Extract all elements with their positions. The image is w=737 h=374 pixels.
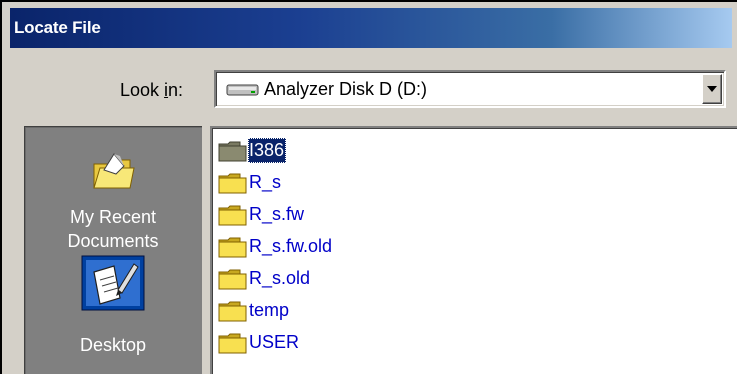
file-name: R_s.fw.old xyxy=(249,236,333,256)
file-name: USER xyxy=(249,332,300,352)
file-name: R_s.fw xyxy=(249,204,305,224)
places-label-my-recent: My Recent xyxy=(69,207,157,227)
file-name: temp xyxy=(249,300,290,320)
file-name: R_s xyxy=(249,172,282,192)
places-bar: My Recent Documents Desktop xyxy=(24,126,202,374)
folder-icon xyxy=(218,141,247,162)
folder-icon xyxy=(218,237,247,258)
folder-icon xyxy=(218,205,247,226)
look-in-dropdown-button[interactable] xyxy=(702,74,722,104)
folder-icon xyxy=(218,269,247,290)
look-in-combobox[interactable]: Analyzer Disk D (D:) xyxy=(214,70,726,108)
look-in-value: Analyzer Disk D (D:) xyxy=(264,79,428,99)
folder-icon xyxy=(218,333,247,354)
hard-drive-icon xyxy=(226,84,259,96)
file-name: I386 xyxy=(248,138,287,163)
desktop-icon xyxy=(81,255,145,311)
look-in-label: Look in: xyxy=(120,80,183,101)
chevron-down-icon xyxy=(707,86,717,92)
folder-icon xyxy=(218,173,247,194)
title-bar[interactable]: Locate File xyxy=(10,8,732,48)
look-in-label-text-end: n: xyxy=(168,80,184,100)
locate-file-dialog: Locate File Look in: Analyzer Disk D (D:… xyxy=(0,0,737,374)
window-title: Locate File xyxy=(14,18,101,37)
look-in-label-text: Look xyxy=(120,80,165,100)
places-label-documents: Documents xyxy=(67,231,159,251)
recent-documents-icon xyxy=(93,153,135,189)
file-name: R_s.old xyxy=(249,268,311,288)
file-list[interactable]: I386 R_s R_s.fw R_s.fw.old R_s.old temp … xyxy=(210,126,737,374)
places-item-desktop[interactable]: Desktop xyxy=(24,254,202,364)
folder-icon xyxy=(218,301,247,322)
places-label-desktop: Desktop xyxy=(79,335,147,355)
